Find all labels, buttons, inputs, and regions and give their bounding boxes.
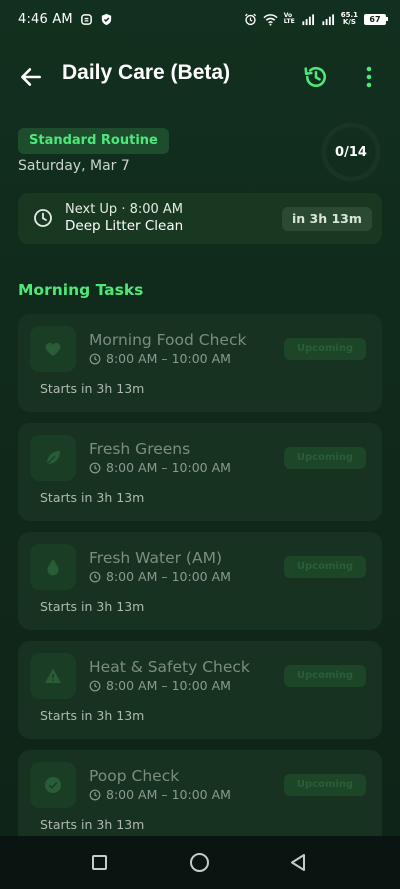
task-icon-box [30,435,76,481]
task-status-badge: Upcoming [284,774,366,796]
task-starts: Starts in 3h 13m [40,708,145,723]
wifi-icon [263,13,278,26]
task-status-badge: Upcoming [284,338,366,360]
app-notification-icon [80,13,92,25]
shield-notification-icon [101,13,111,25]
task-time-row: 8:00 AM – 10:00 AM [89,569,231,584]
task-time: 8:00 AM – 10:00 AM [106,460,231,475]
signal-icon [302,13,314,25]
task-time-row: 8:00 AM – 10:00 AM [89,460,231,475]
next-up-card[interactable]: Next Up · 8:00 AM Deep Litter Clean in 3… [18,193,382,244]
task-starts: Starts in 3h 13m [40,817,145,832]
task-icon-box [30,653,76,699]
volte-indicator: Vo LTE [283,12,295,25]
alarm-icon [244,13,256,25]
network-speed: 65.1 K/S [340,11,358,26]
page-title: Daily Care (Beta) [62,61,231,84]
arrow-left-icon[interactable] [18,64,44,90]
task-icon-box [30,326,76,372]
clock-icon [34,209,52,227]
progress-text: 0/14 [335,144,367,160]
task-icon-box [30,544,76,590]
system-nav-bar [0,836,400,889]
task-name: Fresh Water (AM) [89,549,222,567]
clock-icon [89,571,101,582]
clock-icon [89,462,101,473]
home-circle-icon[interactable] [190,853,209,872]
clock-icon [89,789,101,800]
battery-icon: 67 [364,13,388,25]
task-time-row: 8:00 AM – 10:00 AM [89,787,231,802]
task-card[interactable]: Heat & Safety Check 8:00 AM – 10:00 AM U… [18,641,382,739]
task-card[interactable]: Fresh Water (AM) 8:00 AM – 10:00 AM Upco… [18,532,382,630]
status-bar: 4:46 AM Vo LTE 65.1 K/S 67 [0,0,400,38]
section-title: Morning Tasks [18,281,144,299]
check-circle-icon [45,777,61,793]
clock-icon [89,680,101,691]
task-time: 8:00 AM – 10:00 AM [106,569,231,584]
task-status-badge: Upcoming [284,447,366,469]
date-text: Saturday, Mar 7 [18,158,130,174]
task-time: 8:00 AM – 10:00 AM [106,678,231,693]
task-icon-box [30,762,76,808]
task-status-badge: Upcoming [284,665,366,687]
leaf-icon [46,451,60,465]
routine-badge[interactable]: Standard Routine [18,128,169,154]
task-name: Heat & Safety Check [89,658,250,676]
recents-square-icon[interactable] [92,855,107,870]
eta-badge: in 3h 13m [282,207,372,231]
task-time-row: 8:00 AM – 10:00 AM [89,351,231,366]
task-card[interactable]: Poop Check 8:00 AM – 10:00 AM Upcoming S… [18,750,382,848]
task-name: Fresh Greens [89,440,191,458]
signal-icon-2 [322,13,334,25]
clock-icon [89,353,101,364]
next-up-label: Next Up · 8:00 AM [65,202,184,217]
heart-icon [45,342,61,356]
task-time: 8:00 AM – 10:00 AM [106,351,231,366]
task-time-row: 8:00 AM – 10:00 AM [89,678,231,693]
task-card[interactable]: Fresh Greens 8:00 AM – 10:00 AM Upcoming… [18,423,382,521]
task-time: 8:00 AM – 10:00 AM [106,787,231,802]
task-name: Poop Check [89,767,180,785]
task-starts: Starts in 3h 13m [40,490,145,505]
task-name: Morning Food Check [89,331,247,349]
task-card[interactable]: Morning Food Check 8:00 AM – 10:00 AM Up… [18,314,382,412]
more-vertical-icon[interactable] [358,64,380,90]
history-icon[interactable] [302,63,330,91]
task-starts: Starts in 3h 13m [40,381,145,396]
task-starts: Starts in 3h 13m [40,599,145,614]
warning-icon [45,668,61,683]
water-drop-icon [47,559,59,576]
back-triangle-icon[interactable] [289,853,307,872]
app-bar: Daily Care (Beta) [0,52,400,100]
next-up-task: Deep Litter Clean [65,218,184,234]
task-status-badge: Upcoming [284,556,366,578]
status-time: 4:46 AM [18,11,73,27]
